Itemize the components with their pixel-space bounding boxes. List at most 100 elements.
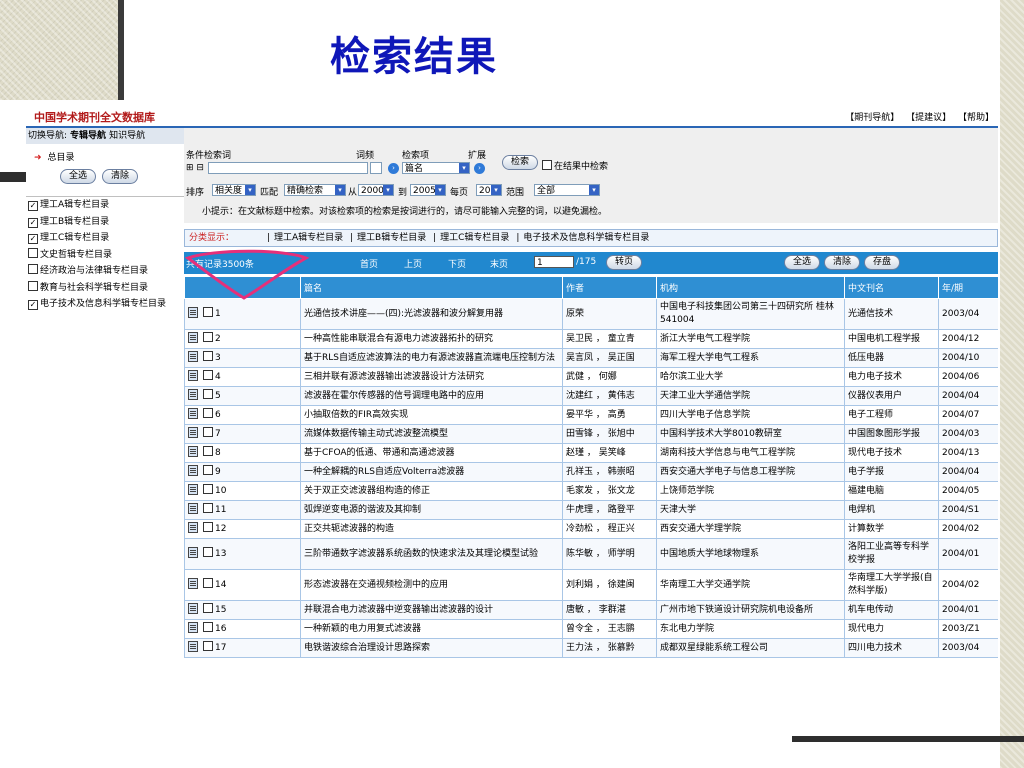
classification-link[interactable]: 理工A辑专栏目录 — [274, 233, 343, 243]
tab-special-collection[interactable]: 专辑导航 — [70, 131, 106, 141]
table-row[interactable]: 7 流媒体数据传输主动式滤波整流模型 田雪锋 ， 张旭中 中国科学技术大学8010教研… — [184, 424, 998, 444]
document-icon[interactable] — [188, 446, 198, 457]
category-checkbox[interactable]: ✓ — [28, 300, 38, 310]
header-author[interactable]: 作者 — [562, 276, 657, 299]
suggestion-link[interactable]: 【提建议】 — [906, 113, 951, 123]
category-checkbox[interactable]: ✓ — [28, 201, 38, 211]
classification-link[interactable]: 电子技术及信息科学辑专栏目录 — [523, 233, 649, 243]
nav-select-all-button[interactable]: 全选 — [60, 169, 97, 184]
title-cell[interactable]: 一种新颖的电力用复式滤波器 — [300, 619, 563, 639]
category-item[interactable]: ✓ 理工C辑专栏目录 — [28, 230, 184, 247]
home-directory[interactable]: ➜ 总目录 — [26, 144, 184, 163]
frequency-select[interactable] — [370, 162, 382, 174]
classification-link[interactable]: 理工B辑专栏目录 — [357, 233, 426, 243]
document-icon[interactable] — [188, 332, 198, 343]
expand-collapse-icon[interactable]: ⊞ ⊟ — [186, 163, 204, 173]
row-checkbox[interactable] — [203, 622, 213, 632]
title-cell[interactable]: 小抽取倍数的FIR高效实现 — [300, 405, 563, 425]
document-icon[interactable] — [188, 547, 198, 558]
document-icon[interactable] — [188, 503, 198, 514]
row-checkbox[interactable] — [203, 547, 213, 557]
document-icon[interactable] — [188, 522, 198, 533]
table-row[interactable]: 1 光通信技术讲座——(四):光滤波器和波分解复用器 原荣 中国电子科技集团公司第三十… — [184, 298, 998, 330]
goto-page-button[interactable]: 转页 — [606, 255, 643, 270]
category-item[interactable]: 文史哲辑专栏目录 — [28, 247, 184, 264]
table-row[interactable]: 5 滤波器在霍尔传感器的信号调理电路中的应用 沈建红 ， 黄伟志 天津工业大学通信学院… — [184, 386, 998, 406]
document-icon[interactable] — [188, 408, 198, 419]
range-select[interactable]: 全部 ▾ — [534, 184, 600, 196]
document-icon[interactable] — [188, 603, 198, 614]
category-checkbox[interactable] — [28, 280, 38, 291]
classification-link[interactable]: 理工C辑专栏目录 — [440, 233, 509, 243]
in-result-option[interactable]: 在结果中检索 — [542, 159, 608, 172]
document-icon[interactable] — [188, 465, 198, 476]
row-checkbox[interactable] — [203, 389, 213, 399]
search-term-input[interactable] — [208, 162, 368, 174]
table-row[interactable]: 13 三阶带通数字滤波器系统函数的快速求法及其理论模型试验 陈华敏 ， 师学明 中国地… — [184, 538, 998, 570]
per-page-select[interactable]: 20 ▾ — [476, 184, 502, 196]
table-row[interactable]: 10 关于双正交滤波器组构造的修正 毛家发 ， 张文龙 上饶师范学院 福建电脑 2004/… — [184, 481, 998, 501]
row-checkbox[interactable] — [203, 484, 213, 494]
document-icon[interactable] — [188, 389, 198, 400]
clear-button[interactable]: 清除 — [824, 255, 861, 270]
last-page-link[interactable]: 末页 — [490, 257, 508, 270]
title-cell[interactable]: 一种全解耦的RLS自适应Volterra滤波器 — [300, 462, 563, 482]
table-row[interactable]: 11 弧焊逆变电源的谐波及其抑制 牛虎理 ， 路登平 天津大学 电焊机 2004/S1 — [184, 500, 998, 520]
header-org[interactable]: 机构 — [656, 276, 845, 299]
table-row[interactable]: 16 一种新颖的电力用复式滤波器 曾令全 ， 王志鹏 东北电力学院 现代电力 2003/Z… — [184, 619, 998, 639]
table-row[interactable]: 4 三相并联有源滤波器输出滤波器设计方法研究 武健 ， 何娜 哈尔滨工业大学 电力电子技… — [184, 367, 998, 387]
category-checkbox[interactable] — [28, 264, 38, 274]
field-select[interactable]: 篇名 ▾ — [402, 162, 470, 174]
category-item[interactable]: ✓ 理工B辑专栏目录 — [28, 214, 184, 231]
title-cell[interactable]: 正交共轭滤波器的构造 — [300, 519, 563, 539]
row-checkbox[interactable] — [203, 578, 213, 588]
row-checkbox[interactable] — [203, 446, 213, 456]
save-button[interactable]: 存盘 — [864, 255, 901, 270]
title-cell[interactable]: 基于RLS自适应滤波算法的电力有源滤波器直流端电压控制方法 — [300, 348, 563, 368]
first-page-link[interactable]: 首页 — [360, 257, 378, 270]
title-cell[interactable]: 基于CFOA的低通、带通和高通滤波器 — [300, 443, 563, 463]
title-cell[interactable]: 三相并联有源滤波器输出滤波器设计方法研究 — [300, 367, 563, 387]
document-icon[interactable] — [188, 427, 198, 438]
category-item[interactable]: 经济政治与法律辑专栏目录 — [28, 263, 184, 280]
table-row[interactable]: 17 电铁谐波综合治理设计思路探索 王力法 ， 张慕黔 成都双星绿能系统工程公司 四川电… — [184, 638, 998, 658]
match-select[interactable]: 精确检索 ▾ — [284, 184, 346, 196]
to-year-select[interactable]: 2005 ▾ — [410, 184, 446, 196]
title-cell[interactable]: 一种高性能串联混合有源电力滤波器拓扑的研究 — [300, 329, 563, 349]
title-cell[interactable]: 关于双正交滤波器组构造的修正 — [300, 481, 563, 501]
journal-nav-link[interactable]: 【期刊导航】 — [845, 113, 899, 123]
from-year-select[interactable]: 2000 ▾ — [358, 184, 394, 196]
row-checkbox[interactable] — [203, 641, 213, 651]
tab-knowledge[interactable]: 知识导航 — [109, 131, 145, 141]
arrow-circle-icon[interactable]: › — [388, 163, 399, 174]
help-link[interactable]: 【帮助】 — [958, 113, 994, 123]
category-checkbox[interactable] — [28, 247, 38, 258]
header-title[interactable]: 篇名 — [300, 276, 563, 299]
sort-select[interactable]: 相关度 ▾ — [212, 184, 256, 196]
document-icon[interactable] — [188, 351, 198, 362]
title-cell[interactable]: 流媒体数据传输主动式滤波整流模型 — [300, 424, 563, 444]
table-row[interactable]: 14 形态滤波器在交通视频检测中的应用 刘利娟 ， 徐建闽 华南理工大学交通学院 华南理… — [184, 569, 998, 601]
row-checkbox[interactable] — [203, 522, 213, 532]
category-item[interactable]: ✓ 电子技术及信息科学辑专栏目录 — [28, 296, 184, 313]
row-checkbox[interactable] — [203, 427, 213, 437]
title-cell[interactable]: 电铁谐波综合治理设计思路探索 — [300, 638, 563, 658]
title-cell[interactable]: 形态滤波器在交通视频检测中的应用 — [300, 569, 563, 601]
header-journal[interactable]: 中文刊名 — [844, 276, 939, 299]
table-row[interactable]: 6 小抽取倍数的FIR高效实现 晏平华 ， 高勇 四川大学电子信息学院 电子工程师 200… — [184, 405, 998, 425]
page-number-input[interactable]: 1 — [534, 256, 574, 268]
category-checkbox[interactable]: ✓ — [28, 234, 38, 244]
table-row[interactable]: 9 一种全解耦的RLS自适应Volterra滤波器 孔祥玉 ， 韩崇昭 西安交通大学电… — [184, 462, 998, 482]
header-issue[interactable]: 年/期 — [938, 276, 998, 299]
row-checkbox[interactable] — [203, 465, 213, 475]
category-item[interactable]: 教育与社会科学辑专栏目录 — [28, 280, 184, 297]
table-row[interactable]: 3 基于RLS自适应滤波算法的电力有源滤波器直流端电压控制方法 吴言凤 ， 吴正国海… — [184, 348, 998, 368]
document-icon[interactable] — [188, 370, 198, 381]
select-all-button[interactable]: 全选 — [784, 255, 821, 270]
next-page-link[interactable]: 下页 — [448, 257, 466, 270]
document-icon[interactable] — [188, 307, 198, 318]
row-checkbox[interactable] — [203, 370, 213, 380]
document-icon[interactable] — [188, 622, 198, 633]
row-checkbox[interactable] — [203, 603, 213, 613]
category-item[interactable]: ✓ 理工A辑专栏目录 — [28, 197, 184, 214]
